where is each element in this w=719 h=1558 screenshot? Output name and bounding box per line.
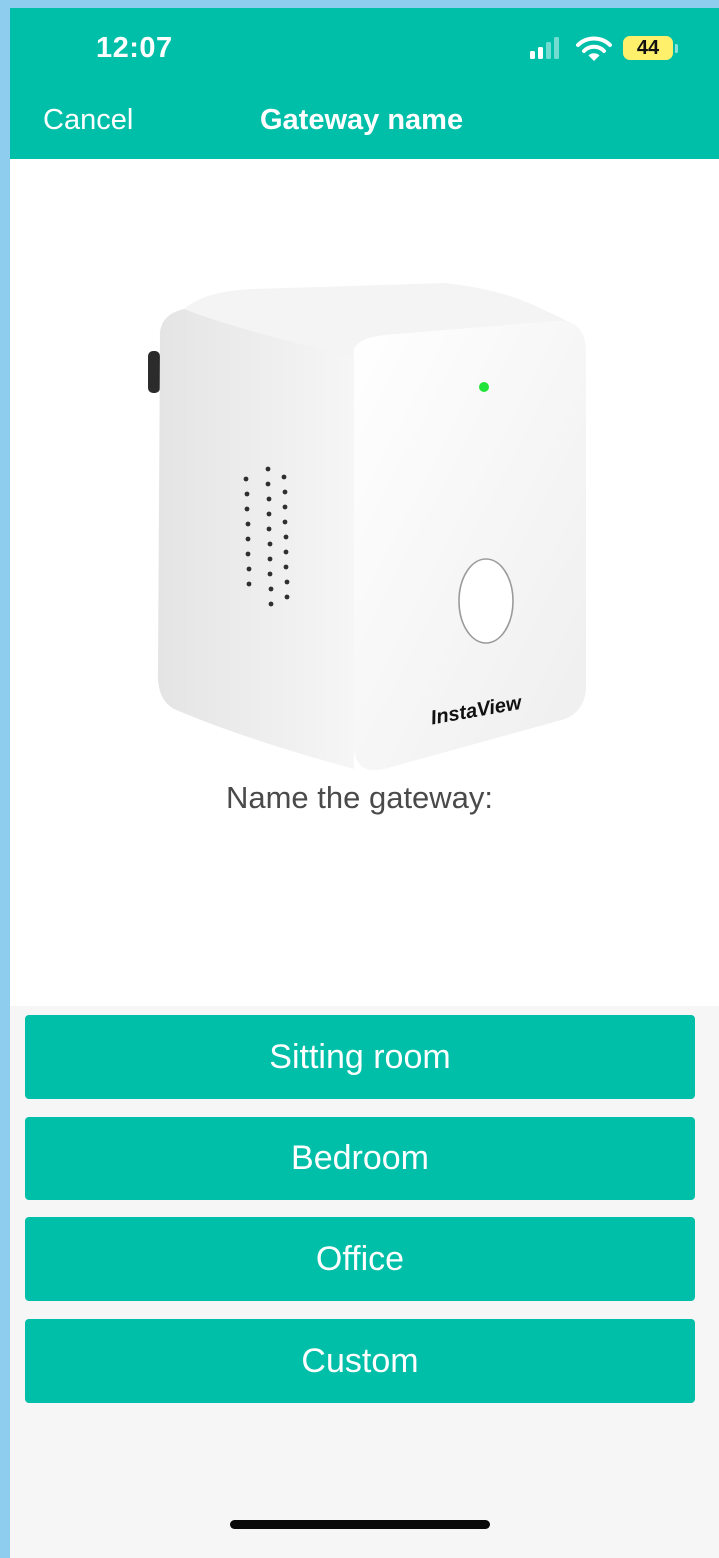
navigation-header: 12:07 44 Cancel Gateway name — [10, 8, 719, 159]
option-custom[interactable]: Custom — [25, 1319, 695, 1403]
page-title: Gateway name — [260, 104, 464, 136]
option-sitting-room[interactable]: Sitting room — [25, 1015, 695, 1099]
name-prompt: Name the gateway: — [225, 780, 494, 815]
home-indicator — [230, 1520, 490, 1529]
battery-indicator: 44 — [623, 36, 673, 60]
battery-tip — [675, 44, 678, 53]
device-button — [458, 558, 514, 644]
cancel-button[interactable]: Cancel — [43, 104, 133, 137]
name-options-list: Sitting room Bedroom Office Custom — [25, 1015, 695, 1421]
device-preview-area: InstaView — [10, 159, 719, 1006]
status-time: 12:07 — [96, 32, 173, 64]
gateway-device-image: InstaView — [148, 283, 586, 771]
cellular-signal-icon — [530, 37, 559, 59]
status-led — [479, 382, 489, 392]
option-bedroom[interactable]: Bedroom — [25, 1117, 695, 1200]
option-office[interactable]: Office — [25, 1217, 695, 1301]
wifi-icon — [576, 36, 612, 61]
